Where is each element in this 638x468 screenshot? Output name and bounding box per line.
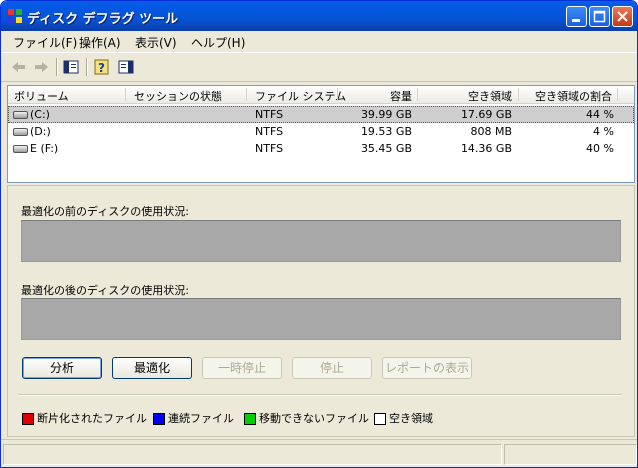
help-icon[interactable]: ?: [92, 57, 112, 77]
pause-button[interactable]: 一時停止: [202, 357, 282, 379]
analyze-button[interactable]: 分析: [22, 357, 102, 379]
fragmented-files-label: 断片化されたファイル: [37, 412, 147, 425]
free-space-swatch: [374, 413, 386, 425]
volume-row-c[interactable]: (C:) NTFS 39.99 GB 17.69 GB 44 %: [8, 106, 634, 123]
minimize-icon: [572, 19, 580, 22]
back-arrow-icon[interactable]: [9, 57, 29, 77]
fragmented-files-swatch: [22, 413, 34, 425]
file-system: NTFS: [255, 142, 284, 155]
column-file-system[interactable]: ファイル システム: [255, 88, 346, 104]
column-session-status[interactable]: セッションの状態: [134, 88, 222, 104]
column-free-percent[interactable]: 空き領域の割合: [519, 88, 612, 104]
free-percent: 44 %: [586, 108, 614, 121]
volume-name: (C:): [30, 108, 50, 121]
defrag-window: ディスク デフラグ ツール ファイル(F) 操作(A) 表示(V) ヘルプ(H): [0, 0, 638, 468]
svg-text:?: ?: [98, 61, 105, 75]
maximize-button[interactable]: [589, 6, 610, 27]
status-cell-main: [3, 444, 502, 465]
contiguous-files-label: 連続ファイル: [168, 412, 234, 425]
toolbar-separator: [56, 58, 58, 76]
free-space: 17.69 GB: [460, 108, 512, 121]
status-cell-secondary: [504, 444, 637, 465]
forward-arrow-icon[interactable]: [31, 57, 51, 77]
analysis-panel: 最適化の前のディスクの使用状況: 最適化の後のディスクの使用状況: 分析 最適化…: [7, 185, 635, 437]
hard-drive-icon: [13, 128, 28, 136]
free-space: 14.36 GB: [460, 142, 512, 155]
volume-name: (D:): [30, 125, 51, 138]
status-bar: [1, 439, 637, 467]
file-system: NTFS: [255, 125, 284, 138]
minimize-button[interactable]: [566, 6, 587, 27]
capacity: 19.53 GB: [360, 125, 412, 138]
volume-list-header: ボリューム セッションの状態 ファイル システム 容量 空き領域 空き領域の割合: [8, 86, 634, 104]
legend-divider: [18, 394, 622, 396]
hard-drive-icon: [13, 111, 28, 119]
file-system: NTFS: [255, 108, 284, 121]
column-divider[interactable]: [125, 88, 126, 101]
capacity: 35.45 GB: [360, 142, 412, 155]
free-space-label: 空き領域: [389, 412, 433, 425]
free-percent: 4 %: [593, 125, 614, 138]
defrag-app-icon: [8, 9, 22, 23]
defragment-button[interactable]: 最適化: [112, 357, 192, 379]
menu-bar: ファイル(F) 操作(A) 表示(V) ヘルプ(H): [1, 31, 637, 51]
volume-list: ボリューム セッションの状態 ファイル システム 容量 空き領域 空き領域の割合…: [7, 85, 635, 183]
column-divider[interactable]: [246, 88, 247, 101]
menu-help[interactable]: ヘルプ(H): [191, 34, 245, 51]
menu-action[interactable]: 操作(A): [79, 34, 121, 51]
volume-row-d[interactable]: (D:) NTFS 19.53 GB 808 MB 4 %: [8, 123, 634, 140]
menu-file[interactable]: ファイル(F): [13, 34, 77, 51]
unmovable-files-swatch: [244, 413, 256, 425]
close-button[interactable]: [612, 6, 633, 27]
window-title: ディスク デフラグ ツール: [27, 12, 179, 27]
free-percent: 40 %: [586, 142, 614, 155]
column-free-space[interactable]: 空き領域: [418, 88, 512, 104]
column-capacity[interactable]: 容量: [338, 88, 412, 104]
column-volume[interactable]: ボリューム: [14, 88, 69, 104]
column-divider[interactable]: [617, 88, 618, 101]
after-usage-display: [21, 298, 621, 340]
after-usage-label: 最適化の後のディスクの使用状況:: [21, 284, 189, 297]
volume-name: E (F:): [30, 142, 59, 155]
capacity: 39.99 GB: [360, 108, 412, 121]
toolbar: ?: [1, 52, 637, 82]
before-usage-label: 最適化の前のディスクの使用状況:: [21, 205, 189, 218]
title-bar[interactable]: ディスク デフラグ ツール: [1, 1, 637, 31]
hard-drive-icon: [13, 145, 28, 153]
free-space: 808 MB: [470, 125, 512, 138]
stop-button[interactable]: 停止: [292, 357, 372, 379]
close-icon: [617, 11, 628, 22]
maximize-icon: [593, 10, 606, 23]
view-report-button[interactable]: レポートの表示: [382, 357, 472, 379]
volume-row-f[interactable]: E (F:) NTFS 35.45 GB 14.36 GB 40 %: [8, 140, 634, 157]
show-hide-tree-icon[interactable]: [61, 57, 81, 77]
menu-view[interactable]: 表示(V): [135, 34, 177, 51]
contiguous-files-swatch: [153, 413, 165, 425]
properties-icon[interactable]: [116, 57, 136, 77]
toolbar-separator: [86, 58, 88, 76]
before-usage-display: [21, 220, 621, 262]
unmovable-files-label: 移動できないファイル: [259, 412, 369, 425]
